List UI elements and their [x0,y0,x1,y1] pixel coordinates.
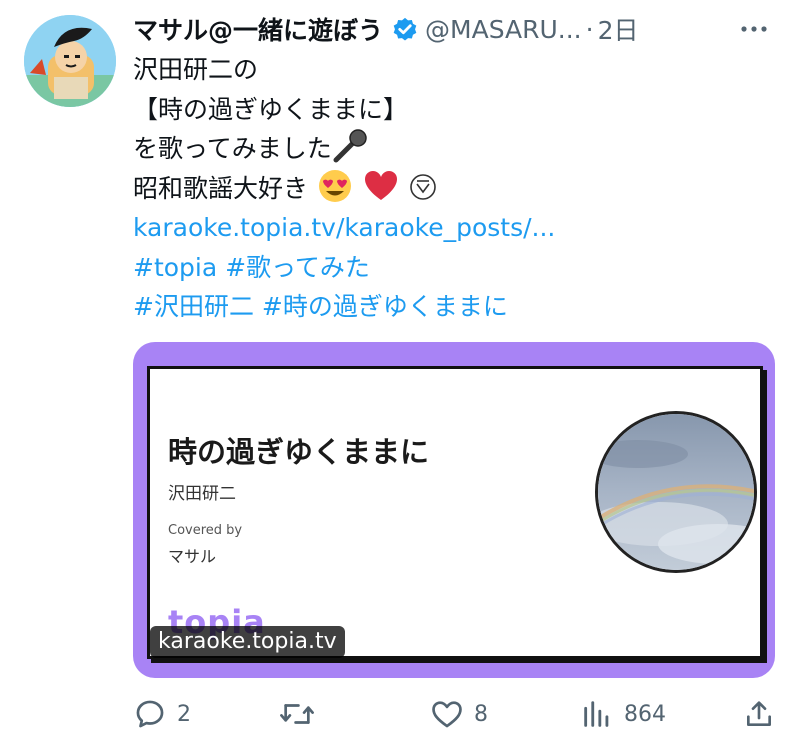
microphone-emoji-icon [333,129,367,163]
tweet-line-4: 昭和歌謡大好き [133,173,309,203]
hashtag-utattemita[interactable]: #歌ってみた [225,253,370,282]
avatar-image [24,15,116,107]
hashtag-song-title[interactable]: #時の過ぎゆくままに [262,292,508,321]
card-song-title: 時の過ぎゆくままに [168,435,430,469]
tweet-text: 沢田研二の 【時の過ぎゆくままに】 を歌ってみました 昭和歌謡大好き karao… [133,50,773,327]
red-heart-emoji-icon [364,170,397,200]
separator-dot: · [585,14,594,44]
downward-triangle-emoji-icon [410,173,436,200]
handle[interactable]: @MASARU... [425,15,582,44]
hashtag-sawada-kenji[interactable]: #沢田研二 [133,292,254,321]
like-button[interactable]: 8 [430,694,488,734]
views-button[interactable]: 864 [580,694,666,734]
card-domain-badge: karaoke.topia.tv [150,626,345,658]
reply-button[interactable]: 2 [133,694,191,734]
like-count: 8 [474,701,488,727]
display-name[interactable]: マサル@一緒に遊ぼう [133,11,383,47]
reply-count: 2 [177,701,191,727]
hashtag-topia[interactable]: #topia [133,253,217,282]
views-count: 864 [624,701,666,727]
more-options-icon[interactable] [738,14,770,44]
card-link[interactable]: karaoke.topia.tv/karaoke_posts/... [133,213,555,242]
heart-eyes-emoji-icon [318,169,351,202]
tweet-line-1: 沢田研二の [133,55,259,84]
card-covered-by-label: Covered by [168,523,243,538]
tweet-line-3: を歌ってみました [133,134,332,163]
heart-icon [432,701,462,728]
verified-badge-icon [393,17,417,41]
reply-icon [136,700,164,728]
share-button[interactable] [743,694,775,734]
card-preview: 時の過ぎゆくままに 沢田研二 Covered by マサル topia [147,366,763,659]
views-chart-icon [584,701,609,727]
sky-rainbow-image [598,414,754,570]
card-artist: 沢田研二 [168,484,236,504]
card-cover-name: マサル [168,547,217,566]
tweet-line-2: 【時の過ぎゆくままに】 [133,94,409,124]
action-bar: 2 8 864 [133,694,778,734]
retweet-button[interactable] [278,694,326,734]
tweet-header: マサル@一緒に遊ぼう @MASARU... · 2日 [133,10,780,48]
timestamp[interactable]: 2日 [598,11,639,47]
cover-photo [595,411,757,573]
share-icon [747,701,771,726]
retweet-icon [280,704,314,724]
avatar[interactable] [24,15,116,107]
